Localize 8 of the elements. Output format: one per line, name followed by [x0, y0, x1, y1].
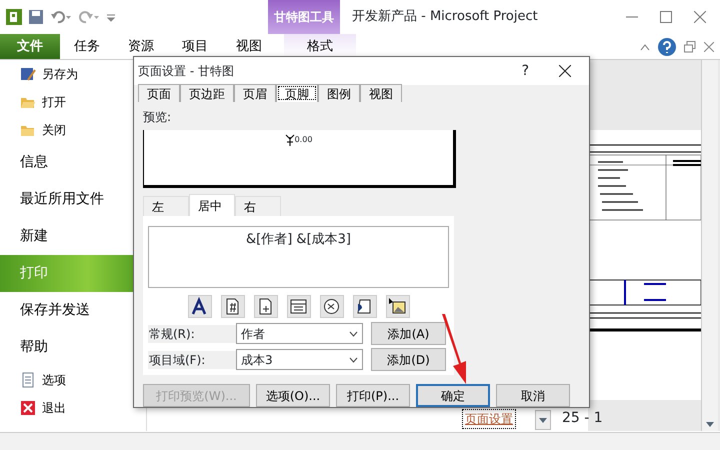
- preview-value: 0.00: [294, 134, 312, 146]
- context-group-label: 甘特图工具: [268, 0, 340, 34]
- dialog-title: 页面设置 - 甘特图: [138, 63, 235, 80]
- page-indicator: 25 - 1: [562, 409, 603, 428]
- field-label: 项目域(F):: [148, 350, 236, 368]
- preview-label: 预览:: [142, 109, 172, 126]
- field-label: 常规(R):: [148, 324, 236, 342]
- window-title: 开发新产品 - Microsoft Project: [352, 8, 539, 26]
